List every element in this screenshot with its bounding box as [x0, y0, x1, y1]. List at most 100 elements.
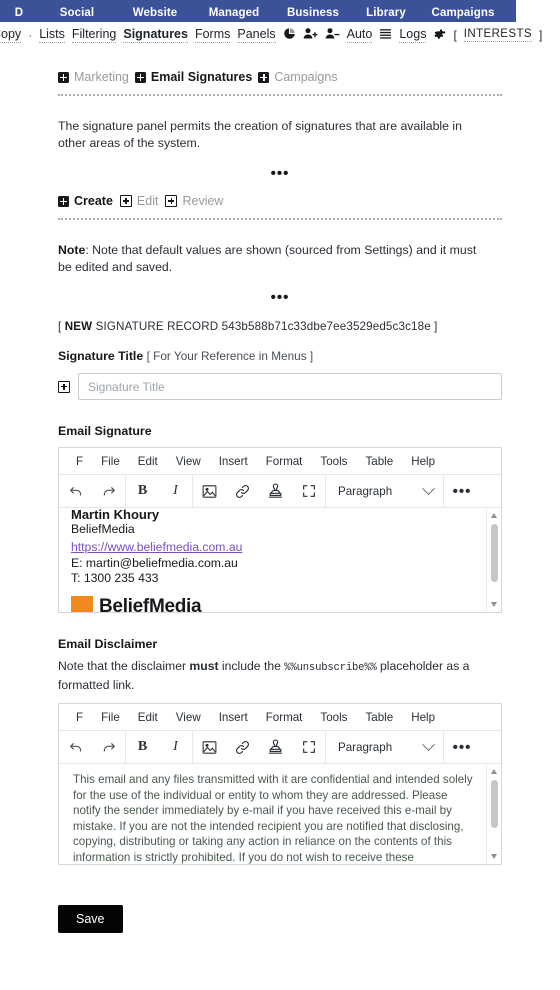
menu-item-tools[interactable]: Tools [311, 448, 356, 475]
scroll-thumb[interactable] [491, 780, 498, 828]
nav-item-lists[interactable]: Lists [39, 27, 65, 43]
primary-nav-item-social[interactable]: Social [38, 7, 116, 19]
toolbar-overflow-button[interactable]: ••• [444, 475, 480, 508]
fullscreen-icon[interactable] [292, 731, 325, 764]
signature-scrollbar[interactable] [486, 508, 501, 612]
redo-icon[interactable] [92, 475, 125, 508]
email-disclaimer-heading: Email Disclaimer [58, 637, 158, 651]
intro-paragraph: The signature panel permits the creation… [58, 119, 462, 150]
primary-nav-item-managed[interactable]: Managed [194, 7, 274, 19]
bold-button[interactable]: B [126, 731, 159, 764]
disclaimer-note-bold: must [189, 659, 219, 673]
primary-nav-item-campaigns[interactable]: Campaigns [420, 7, 506, 19]
menu-item-table[interactable]: Table [356, 448, 402, 475]
signature-name: Martin Khoury [71, 508, 160, 522]
menu-item-format[interactable]: Format [257, 448, 312, 475]
menu-item-help[interactable]: Help [402, 448, 444, 475]
italic-button[interactable]: I [159, 731, 192, 764]
redo-icon[interactable] [92, 731, 125, 764]
italic-button[interactable]: I [159, 475, 192, 508]
bold-button[interactable]: B [126, 475, 159, 508]
nav-item-copy[interactable]: Copy [0, 27, 22, 43]
list-lines-icon[interactable] [379, 27, 392, 43]
primary-nav-item-settings[interactable]: Settings [506, 7, 516, 19]
menu-item-insert[interactable]: Insert [210, 448, 257, 475]
user-add-icon[interactable] [303, 27, 318, 43]
menu-item-view[interactable]: View [167, 704, 210, 731]
breadcrumb-item-marketing[interactable]: Marketing [58, 70, 129, 84]
toolbar-group-insert [193, 730, 326, 764]
action-edit[interactable]: Edit [119, 194, 158, 208]
scroll-thumb[interactable] [491, 524, 498, 582]
format-dropdown-signature[interactable]: Paragraph [326, 474, 444, 508]
nav-item-filtering[interactable]: Filtering [71, 27, 117, 43]
divider-dotted [58, 94, 502, 96]
menu-item-f[interactable]: F [67, 448, 92, 475]
primary-nav-item-business[interactable]: Business [274, 7, 352, 19]
nav-item-interests[interactable]: INTERESTS [463, 28, 532, 42]
stamp-icon[interactable] [259, 475, 292, 508]
signature-website-link[interactable]: https://www.beliefmedia.com.au [71, 540, 242, 556]
toolbar-group-style: B I [126, 730, 193, 764]
menu-item-help[interactable]: Help [402, 704, 444, 731]
square-plus-filled-icon [258, 71, 270, 83]
scroll-up-arrow-icon[interactable] [491, 513, 497, 518]
format-dropdown-value: Paragraph [338, 484, 393, 498]
menu-item-edit[interactable]: Edit [129, 704, 167, 731]
toolbar-overflow-button[interactable]: ••• [444, 731, 480, 764]
menu-item-f[interactable]: F [67, 704, 92, 731]
signature-edit-area[interactable]: Martin Khoury BeliefMedia https://www.be… [59, 508, 501, 612]
menu-item-insert[interactable]: Insert [210, 704, 257, 731]
square-plus-outline-icon[interactable] [58, 380, 70, 393]
signature-company: BeliefMedia [71, 522, 135, 536]
disclaimer-edit-area[interactable]: This email and any files transmitted wit… [59, 764, 501, 864]
menu-item-edit[interactable]: Edit [129, 448, 167, 475]
undo-icon[interactable] [59, 731, 92, 764]
undo-icon[interactable] [59, 475, 92, 508]
image-icon[interactable] [193, 475, 226, 508]
scroll-down-arrow-icon[interactable] [491, 854, 497, 859]
primary-nav-item-d[interactable]: D [0, 7, 38, 19]
stamp-icon[interactable] [259, 731, 292, 764]
nav-item-forms[interactable]: Forms [194, 27, 231, 43]
menu-item-file[interactable]: File [92, 448, 129, 475]
disclaimer-content[interactable]: This email and any files transmitted wit… [59, 764, 501, 864]
record-id-line: [ NEW SIGNATURE RECORD 543b588b71c33dbe7… [58, 320, 502, 333]
nav-item-logs[interactable]: Logs [399, 27, 427, 43]
pie-chart-icon[interactable] [283, 27, 296, 43]
link-icon[interactable] [226, 475, 259, 508]
note-label: Note [58, 243, 86, 257]
signature-title-label: Signature Title [ For Your Reference in … [58, 349, 502, 363]
menu-item-tools[interactable]: Tools [311, 704, 356, 731]
gear-icon[interactable] [433, 27, 446, 43]
menu-item-format[interactable]: Format [257, 704, 312, 731]
action-create[interactable]: Create [58, 194, 113, 208]
fullscreen-icon[interactable] [292, 475, 325, 508]
nav-item-signatures[interactable]: Signatures [123, 27, 188, 43]
nav-item-auto[interactable]: Auto [346, 27, 373, 43]
signature-content[interactable]: Martin Khoury BeliefMedia https://www.be… [59, 508, 501, 612]
scroll-up-arrow-icon[interactable] [491, 769, 497, 774]
user-remove-icon[interactable] [325, 27, 340, 43]
signature-title-input[interactable] [78, 373, 502, 400]
breadcrumb-item-email-signatures[interactable]: Email Signatures [134, 70, 252, 84]
breadcrumb-item-campaigns[interactable]: Campaigns [258, 70, 338, 84]
image-icon[interactable] [193, 731, 226, 764]
breadcrumb-label: Campaigns [274, 70, 338, 84]
menu-item-view[interactable]: View [167, 448, 210, 475]
menu-item-file[interactable]: File [92, 704, 129, 731]
disclaimer-scrollbar[interactable] [486, 764, 501, 864]
action-review[interactable]: Review [165, 194, 223, 208]
square-plus-outline-icon [165, 195, 178, 207]
chevron-down-icon [422, 737, 435, 751]
link-icon[interactable] [226, 731, 259, 764]
save-button[interactable]: Save [58, 905, 123, 933]
primary-nav-item-library[interactable]: Library [352, 7, 420, 19]
footer-actions: Save [58, 905, 560, 933]
menu-item-table[interactable]: Table [356, 704, 402, 731]
primary-nav-item-website[interactable]: Website [116, 7, 194, 19]
format-dropdown-disclaimer[interactable]: Paragraph [326, 730, 444, 764]
scroll-down-arrow-icon[interactable] [491, 602, 497, 607]
nav-separator: · [28, 28, 33, 42]
nav-item-panels[interactable]: Panels [237, 27, 276, 43]
